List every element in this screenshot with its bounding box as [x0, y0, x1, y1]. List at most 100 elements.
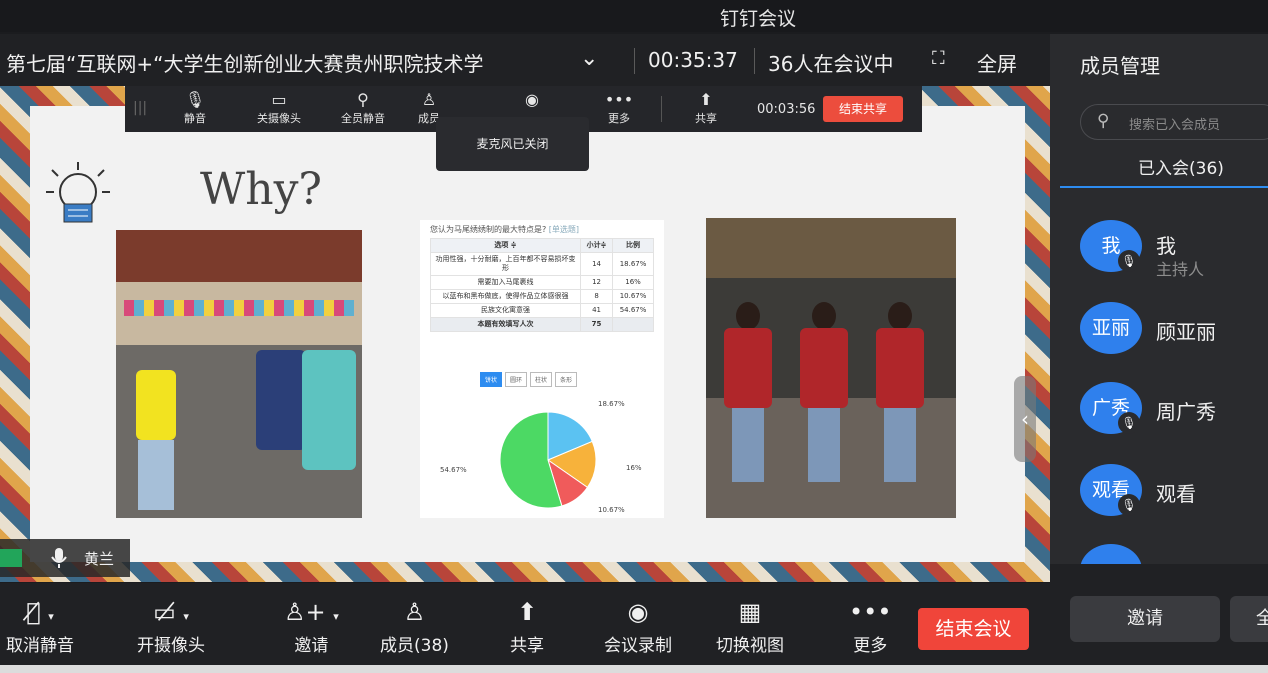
search-icon: ⚲: [1097, 111, 1110, 131]
grid-view-icon: ▦: [738, 598, 762, 626]
tab-bar: 柱状: [530, 372, 553, 387]
microphone-icon: [51, 548, 67, 568]
pie-label: 54.67%: [440, 466, 467, 474]
speaker-nameplate: 黄兰: [0, 539, 130, 577]
network-icon: [0, 549, 22, 567]
microphone-icon: 🎙: [184, 90, 206, 109]
chart-type-tabs: 饼状 圆环 柱状 条形: [480, 372, 578, 387]
photo-interview: [116, 230, 362, 518]
collapse-panel-toggle[interactable]: ‹: [1014, 376, 1036, 462]
participant-count: 36人在会议中: [768, 52, 894, 76]
meeting-controls: 🎙̸ ▾ 取消静音 ▭̸ ▾ 开摄像头 ♙+ ▾ 邀请 ♙ 成员(38) ⬆ 共享 ◉ 会议…: [0, 583, 1050, 667]
share-button[interactable]: ⬆ 共享: [510, 597, 544, 656]
members-button[interactable]: ♙ 成员(38): [380, 597, 449, 656]
divider: [661, 96, 662, 122]
member-item[interactable]: 观看 🎙 观看: [1080, 464, 1268, 524]
camera-icon: ▭: [271, 90, 287, 109]
more-button[interactable]: ••• 更多: [601, 90, 637, 126]
tab-indicator: [1060, 186, 1268, 188]
member-name: 我: [1156, 234, 1176, 258]
unmute-button[interactable]: 🎙̸ ▾ 取消静音: [6, 597, 74, 656]
record-icon: ◉: [627, 598, 649, 626]
add-user-icon: ♙+ ▾: [284, 598, 339, 626]
table-row-total: 本题有效填写人次 75: [430, 317, 654, 332]
meeting-title[interactable]: 第七届“互联网+“大学生创新创业大赛贵州职院技术学: [6, 48, 483, 77]
lightbulb-icon: [46, 162, 110, 223]
record-button[interactable]: ◉ 会议录制: [604, 597, 672, 656]
member-role: 主持人: [1156, 260, 1205, 279]
table-row: 以蓝布和黑布做底，使得作品立体感很强 8 10.67%: [430, 289, 654, 304]
share-screen-icon: ⬆: [516, 598, 538, 626]
tab-donut: 圆环: [505, 372, 528, 387]
more-icon: •••: [849, 598, 892, 626]
member-panel: 成员管理 ⚲ 搜索已入会成员 已入会(36) 我 🎙 我 主持人 亚丽 顾亚丽 …: [1050, 34, 1268, 667]
panel-footer: 邀请 全: [1050, 564, 1268, 667]
avatar: 亚丽: [1080, 302, 1142, 354]
member-item[interactable]: 亚丽 顾亚丽: [1080, 302, 1268, 362]
divider: [634, 48, 635, 74]
table-header: 小计≑: [579, 238, 614, 253]
divider: [754, 48, 755, 74]
invite-button[interactable]: ♙+ ▾ 邀请: [284, 597, 339, 656]
mic-muted-icon: 🎙: [1118, 412, 1140, 434]
members-icon: ♙: [421, 90, 437, 109]
photo-three-women: [706, 218, 956, 518]
members-icon: ♙: [403, 598, 426, 626]
mic-muted-icon: 🎙: [1118, 250, 1140, 272]
drag-handle-icon[interactable]: |||: [133, 100, 147, 116]
pie-label: 18.67%: [598, 400, 625, 408]
chevron-down-icon[interactable]: ⌄: [580, 46, 598, 71]
table-header: 比例: [612, 238, 654, 253]
survey-question: 您认为马尾绣绣制的最大特点是? [单选题]: [430, 225, 580, 234]
tab-joined[interactable]: 已入会(36): [1138, 154, 1224, 179]
presentation-slide: Why? 您认为马尾绣绣制的最大特点是? [单选题] 选项 ≑ 小计≑ 比例 功…: [30, 106, 1025, 562]
member-item[interactable]: 广秀 🎙 周广秀: [1080, 382, 1268, 442]
mic-muted-icon: 🎙̸ ▾: [26, 598, 54, 626]
record-icon: ◉: [525, 90, 539, 109]
fullscreen-button[interactable]: 全屏: [977, 48, 1017, 77]
invite-button[interactable]: 邀请: [1070, 596, 1220, 642]
person-figure: [720, 298, 776, 488]
survey-result-card: 您认为马尾绣绣制的最大特点是? [单选题] 选项 ≑ 小计≑ 比例 功用性强，十…: [420, 220, 664, 518]
member-name: 顾亚丽: [1156, 320, 1216, 344]
switch-view-button[interactable]: ▦ 切换视图: [716, 597, 784, 656]
fullscreen-icon[interactable]: ⛶: [932, 48, 945, 69]
speaker-name: 黄兰: [84, 550, 115, 568]
app-title: 钉钉会议: [720, 8, 797, 30]
share-button[interactable]: ⬆ 共享: [691, 90, 721, 126]
person-figure: [872, 298, 928, 488]
meeting-info-bar: 第七届“互联网+“大学生创新创业大赛贵州职院技术学 ⌄ 00:35:37 36人…: [0, 34, 1050, 86]
camera-off-button[interactable]: ▭ 关摄像头: [249, 90, 309, 126]
record-button[interactable]: ◉: [517, 90, 547, 110]
member-name: 周广秀: [1156, 400, 1216, 424]
status-strip: [0, 665, 1268, 673]
member-name: 观看: [1156, 482, 1196, 506]
table-row: 需要加入马尾裹线 12 16%: [430, 275, 654, 290]
mute-button[interactable]: 🎙 静音: [177, 90, 213, 126]
table-row: 功用性强，十分耐磨，上百年都不容易损坏变形 14 18.67%: [430, 252, 654, 276]
pie-chart: 18.67% 16% 10.67% 54.67%: [440, 400, 642, 514]
end-share-button[interactable]: 结束共享: [823, 96, 903, 122]
member-search-input[interactable]: ⚲ 搜索已入会成员: [1080, 104, 1268, 140]
pie-label: 10.67%: [598, 506, 625, 514]
member-item[interactable]: [1080, 544, 1268, 564]
search-placeholder: 搜索已入会成员: [1129, 118, 1221, 133]
more-icon: •••: [604, 90, 634, 109]
avatar: [1080, 544, 1142, 564]
mute-all-icon: ⚲: [357, 90, 369, 109]
camera-on-button[interactable]: ▭̸ ▾ 开摄像头: [137, 597, 205, 656]
member-item[interactable]: 我 🎙 我 主持人: [1080, 220, 1268, 280]
table-row: 民族文化寓意强 41 54.67%: [430, 303, 654, 318]
tab-horizontal-bar: 条形: [555, 372, 578, 387]
more-button[interactable]: ••• 更多: [849, 597, 891, 656]
panel-title: 成员管理: [1080, 54, 1160, 78]
mute-all-button[interactable]: ⚲ 全员静音: [333, 90, 393, 126]
survey-table: 选项 ≑ 小计≑ 比例 功用性强，十分耐磨，上百年都不容易损坏变形 14 18.67…: [430, 238, 654, 332]
mute-all-button[interactable]: 全: [1230, 596, 1268, 642]
mic-off-tooltip: 麦克风已关闭: [436, 117, 589, 171]
tab-pie: 饼状: [480, 372, 503, 387]
pie-label: 16%: [626, 464, 642, 472]
end-meeting-button[interactable]: 结束会议: [918, 608, 1029, 650]
camera-off-icon: ▭̸ ▾: [153, 598, 189, 626]
share-screen-icon: ⬆: [699, 90, 713, 109]
